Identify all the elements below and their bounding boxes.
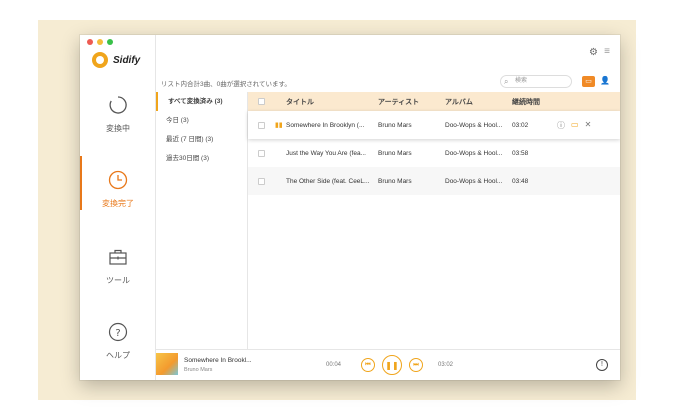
player-info-icon[interactable]: ! (596, 359, 608, 371)
menu-icon[interactable]: ≡ (604, 46, 610, 57)
category-today[interactable]: 今日 (3) (156, 111, 247, 130)
track-duration: 03:48 (512, 177, 529, 185)
playing-icon: ▮▮ (275, 122, 283, 129)
app-logo: Sidify (92, 52, 140, 68)
track-table: タイトル アーティスト アルバム 継続時間 ▮▮ Somewhere In Br… (248, 92, 620, 349)
folder-button[interactable]: ▭ (582, 76, 595, 87)
track-title: Somewhere In Brooklyn (... (286, 121, 365, 129)
category-all[interactable]: すべて変換済み (3) (156, 92, 247, 111)
maximize-window-button[interactable] (107, 39, 113, 45)
close-window-button[interactable] (87, 39, 93, 45)
row-checkbox[interactable] (248, 121, 275, 129)
nav-tools[interactable]: ツール (80, 245, 156, 286)
pause-button[interactable]: ❚❚ (382, 355, 402, 375)
logo-icon (92, 52, 108, 68)
category-7days[interactable]: 最近 (7 日間) (3) (156, 130, 247, 149)
table-row[interactable]: The Other Side (feat. CeeL... Bruno Mars… (248, 167, 620, 195)
select-all-checkbox[interactable] (248, 98, 275, 105)
nav-converting-label: 変換中 (106, 124, 130, 133)
column-album[interactable]: アルバム (445, 97, 512, 107)
track-title: The Other Side (feat. CeeL... (286, 177, 370, 185)
track-title: Just the Way You Are (fea... (286, 149, 366, 157)
app-name: Sidify (113, 54, 141, 66)
category-list: すべて変換済み (3) 今日 (3) 最近 (7 日間) (3) 過去30日間 … (156, 92, 248, 349)
minimize-window-button[interactable] (97, 39, 103, 45)
track-album: Doo-Wops & Hool... (445, 177, 503, 185)
delete-icon[interactable]: ✕ (585, 120, 592, 131)
row-checkbox[interactable] (248, 149, 275, 157)
search-placeholder: 検索 (515, 78, 528, 84)
track-album: Doo-Wops & Hool... (445, 149, 503, 157)
nav-converted[interactable]: 変換完了 (80, 156, 156, 210)
search-input[interactable]: ⌕ 検索 (500, 75, 572, 88)
settings-icon[interactable]: ⚙ (589, 47, 598, 58)
column-duration[interactable]: 継続時間 (512, 97, 557, 107)
player-bar: Somewhere In Brookl... Bruno Mars 00:04 … (156, 349, 620, 380)
track-duration: 03:02 (512, 121, 529, 129)
next-button[interactable]: ⏭ (409, 358, 423, 372)
nav-tools-label: ツール (106, 276, 130, 285)
folder-icon[interactable]: ▭ (571, 120, 579, 131)
user-icon[interactable]: 👤 (600, 76, 610, 85)
nav-converted-label: 変換完了 (102, 199, 134, 208)
sidebar: Sidify 変換中 変換完了 ツール ? ヘルプ (80, 35, 156, 380)
column-artist[interactable]: アーティスト (378, 97, 445, 107)
current-time: 00:04 (326, 362, 342, 368)
track-duration: 03:58 (512, 149, 529, 157)
track-artist: Bruno Mars (378, 121, 412, 129)
table-row[interactable]: Just the Way You Are (fea... Bruno Mars … (248, 139, 620, 167)
help-icon: ? (106, 320, 130, 344)
selection-summary: リスト内合計3曲、0曲が選択されています。 (161, 81, 291, 88)
toolbox-icon (106, 245, 130, 269)
sync-icon (106, 93, 130, 117)
app-window: Sidify 変換中 変換完了 ツール ? ヘルプ ⚙ ≡ リスト内合計3曲、0… (80, 35, 620, 380)
total-time: 03:02 (438, 362, 454, 368)
album-art (156, 353, 178, 375)
nav-help-label: ヘルプ (106, 351, 130, 360)
table-header: タイトル アーティスト アルバム 継続時間 (248, 92, 620, 111)
search-icon: ⌕ (504, 77, 509, 86)
window-controls (87, 39, 113, 45)
nav-converting[interactable]: 変換中 (80, 93, 156, 134)
table-row[interactable]: ▮▮ Somewhere In Brooklyn (... Bruno Mars… (248, 111, 620, 139)
track-artist: Bruno Mars (378, 177, 412, 185)
now-playing-title: Somewhere In Brookl... (184, 357, 252, 364)
top-bar: ⚙ ≡ (156, 35, 620, 71)
track-album: Doo-Wops & Hool... (445, 121, 503, 129)
nav-help[interactable]: ? ヘルプ (80, 320, 156, 361)
info-icon[interactable]: ⓘ (557, 120, 565, 131)
category-30days[interactable]: 過去30日間 (3) (156, 149, 247, 168)
clock-icon (106, 168, 130, 192)
info-bar: リスト内合計3曲、0曲が選択されています。 ⌕ 検索 ▭ 👤 (156, 73, 620, 91)
previous-button[interactable]: ⏮ (361, 358, 375, 372)
svg-text:?: ? (115, 328, 120, 339)
row-checkbox[interactable] (248, 177, 275, 185)
track-artist: Bruno Mars (378, 149, 412, 157)
column-title[interactable]: タイトル (286, 97, 378, 107)
now-playing-artist: Bruno Mars (184, 367, 213, 373)
